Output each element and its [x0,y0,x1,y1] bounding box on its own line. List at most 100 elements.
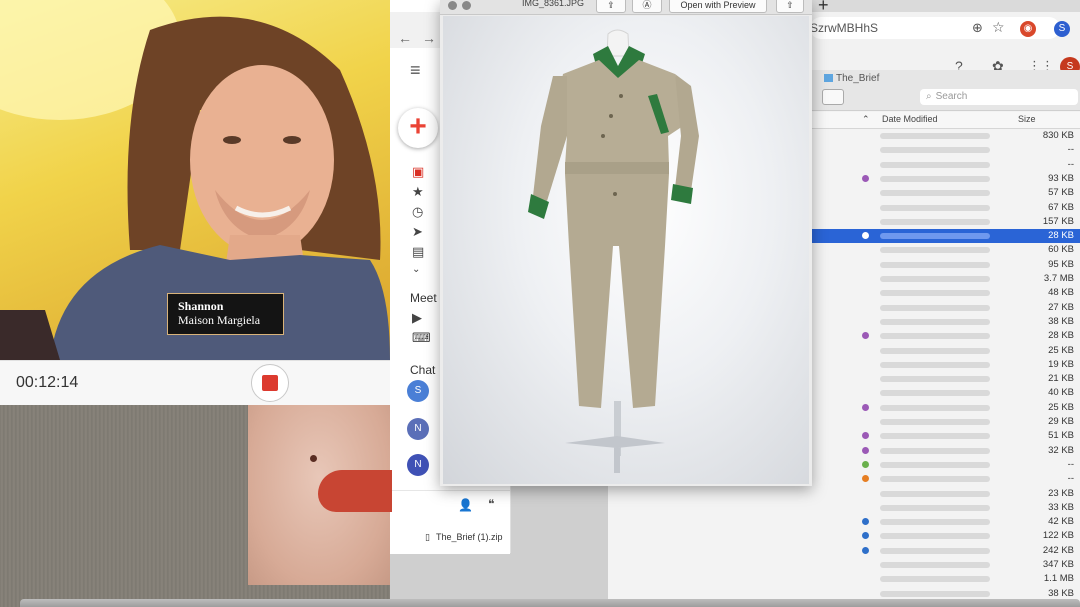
open-with-preview-button[interactable]: Open with Preview [669,0,767,13]
compose-button[interactable]: + [398,108,438,148]
file-size: 38 KB [1048,315,1074,327]
file-name-blurred [880,133,990,139]
table-row[interactable]: -- [810,472,1080,486]
fullscreen-icon[interactable] [462,1,471,10]
file-size: -- [1067,158,1074,170]
keyboard-icon[interactable]: ⌨ [412,330,431,346]
column-header: ⌃ Date Modified Size [810,112,1080,129]
chevron-down-icon[interactable]: ⌄ [412,264,420,275]
table-row[interactable]: 1.1 MB [810,572,1080,586]
file-name-blurred [880,233,990,240]
file-name-blurred [880,476,990,483]
table-row[interactable]: 93 KB [810,172,1080,186]
table-row[interactable]: 51 KB [810,429,1080,443]
menu-icon[interactable]: ≡ [410,60,421,81]
table-row[interactable]: 242 KB [810,544,1080,558]
extension-icon[interactable]: ◉ [1020,21,1036,37]
table-row[interactable]: 157 KB [810,215,1080,229]
tag-button[interactable] [822,89,844,105]
send-icon[interactable]: ➤ [412,224,423,240]
column-size[interactable]: Size [1018,114,1036,124]
tag-dot-icon [862,532,869,540]
forward-arrow-icon[interactable]: → [422,30,436,46]
star-icon[interactable]: ★ [412,184,424,200]
file-size: 29 KB [1048,416,1074,427]
table-row[interactable]: 29 KB [810,415,1080,429]
search-input[interactable]: ⌕ Search [920,89,1078,105]
file-name-blurred [880,590,990,597]
sort-icon[interactable]: ⌃ [862,114,870,125]
table-row[interactable]: 830 KB [810,129,1080,143]
table-row[interactable]: 42 KB [810,515,1080,529]
table-row[interactable]: 347 KB [810,558,1080,572]
search-placeholder: Search [935,91,968,102]
table-row[interactable]: 3.7 MB [810,272,1080,286]
table-row[interactable]: 122 KB [810,529,1080,543]
table-row[interactable]: 21 KB [810,372,1080,386]
lips-shape [318,470,392,512]
table-row[interactable]: 28 KB [810,329,1080,343]
table-row[interactable]: 95 KB [810,258,1080,272]
stop-recording-button[interactable] [251,364,289,402]
draft-icon[interactable]: ▤ [412,244,424,260]
profile-avatar[interactable]: S [1054,21,1070,37]
chat-avatar[interactable]: N [407,418,429,440]
person-icon[interactable]: 👤 [458,498,473,512]
share-icon[interactable]: ⇪ [596,0,626,13]
new-tab-button[interactable]: + [818,0,829,16]
preview-titlebar: IMG_8361.JPG ⇪ Ⓐ Open with Preview ⇧ [440,0,812,15]
back-arrow-icon[interactable]: ← [398,30,412,46]
chat-avatar[interactable]: N [407,454,429,476]
table-row[interactable]: 40 KB [810,386,1080,400]
table-row[interactable]: 25 KB [810,344,1080,358]
dock[interactable] [20,599,1080,607]
markup-icon[interactable]: Ⓐ [632,0,662,13]
file-size: -- [1067,473,1074,485]
file-name-blurred [880,504,990,511]
table-row[interactable]: 32 KB [810,444,1080,458]
table-row[interactable]: -- [810,458,1080,472]
download-item[interactable]: ▯ The_Brief (1).zip [425,532,502,543]
table-row[interactable]: 33 KB [810,501,1080,515]
table-row[interactable]: 25 KB [810,401,1080,415]
inbox-icon[interactable]: ▣ [412,164,424,180]
table-row[interactable]: 48 KB [810,286,1080,300]
close-icon[interactable] [448,1,457,10]
file-size: 27 KB [1048,301,1074,313]
table-row[interactable]: 38 KB [810,315,1080,329]
table-row[interactable]: -- [810,143,1080,157]
folder-title-text: The_Brief [836,73,880,84]
jumpsuit-illustration [528,29,699,473]
video-camera-icon[interactable]: ▶ [412,310,422,326]
file-size: 23 KB [1048,487,1074,499]
file-name-blurred [880,576,990,583]
file-size: 122 KB [1042,530,1074,542]
table-row[interactable]: 23 KB [810,487,1080,501]
table-row[interactable]: 57 KB [810,186,1080,200]
export-icon[interactable]: ⇧ [776,0,804,13]
file-size: 1.1 MB [1043,573,1074,585]
chat-avatar[interactable]: S [407,380,429,402]
table-row[interactable]: 67 KB [810,201,1080,215]
table-row[interactable]: 27 KB [810,301,1080,315]
hangouts-icon[interactable]: ❝ [488,497,494,511]
column-date-modified[interactable]: Date Modified [882,114,938,124]
file-size: 57 KB [1048,187,1074,199]
file-name-blurred [880,461,990,468]
star-icon[interactable]: ☆ [992,19,1005,36]
tag-dot-icon [862,332,869,340]
table-row[interactable]: 28 KB [810,229,1080,244]
file-size: -- [1067,458,1074,470]
table-row[interactable]: 19 KB [810,358,1080,372]
tag-dot-icon [862,518,869,526]
address-text: SzrwMBHhS [810,21,879,35]
file-name-blurred [880,533,990,540]
file-size: 25 KB [1048,344,1074,356]
file-name-blurred [880,175,990,182]
clock-icon[interactable]: ◷ [412,204,423,220]
table-row[interactable]: -- [810,158,1080,172]
file-name-blurred [880,247,990,254]
zoom-icon[interactable]: ⊕ [972,20,983,36]
table-row[interactable]: 60 KB [810,243,1080,257]
file-size: 3.7 MB [1043,273,1074,284]
